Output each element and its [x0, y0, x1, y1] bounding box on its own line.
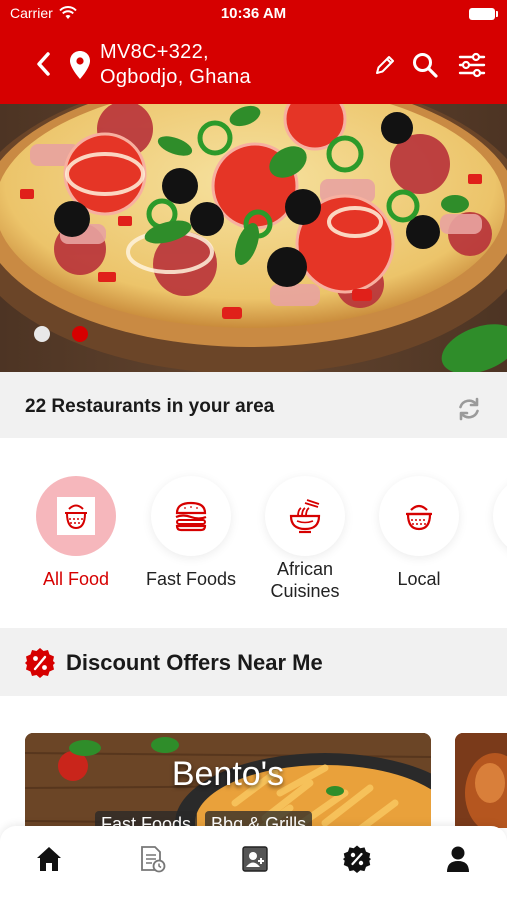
discount-badge-icon [25, 648, 55, 678]
category-local[interactable]: Local [364, 476, 474, 590]
contacts-icon[interactable] [240, 844, 270, 874]
offer-card-list: Bento's Fast Foods Bbq & Grills [0, 696, 507, 828]
offer-card[interactable]: Bento's Fast Foods Bbq & Grills [25, 733, 431, 828]
filter-sliders-icon[interactable] [457, 50, 487, 80]
clock: 10:36 AM [220, 5, 287, 22]
offer-restaurant-name: Bento's [171, 755, 285, 793]
hero-banner[interactable] [0, 104, 507, 372]
pencil-icon[interactable] [370, 50, 400, 80]
category-more[interactable] [478, 476, 507, 556]
carousel-dot-1[interactable] [34, 326, 50, 342]
location-pin-icon [70, 51, 90, 79]
offer-card-next[interactable] [455, 733, 507, 828]
profile-icon[interactable] [443, 844, 473, 874]
discount-offers-title: Discount Offers Near Me [66, 650, 323, 675]
restaurants-count-bar: 22 Restaurants in your area [0, 372, 507, 438]
category-list: All Food Fast Foods African Cuisines Loc… [0, 438, 507, 628]
burger-icon [175, 501, 207, 532]
refresh-icon[interactable] [456, 396, 482, 422]
category-icon-circle [265, 476, 345, 556]
status-bar: Carrier 10:36 AM [0, 0, 507, 28]
category-fast-foods[interactable]: Fast Foods [136, 476, 246, 590]
category-icon-circle [493, 476, 507, 556]
pot-icon [406, 504, 432, 531]
address-line-1: MV8C+322, [100, 41, 209, 63]
category-label: Local [397, 569, 441, 589]
search-icon[interactable] [410, 50, 440, 80]
carousel-dot-2[interactable] [72, 326, 88, 342]
battery-icon [469, 8, 498, 20]
orders-icon[interactable] [137, 844, 167, 874]
discount-icon[interactable] [342, 844, 372, 874]
home-icon[interactable] [34, 844, 64, 874]
category-african-cuisines[interactable]: African Cuisines [250, 476, 360, 602]
category-icon-circle [379, 476, 459, 556]
address-line-2: Ogbodjo, Ghana [100, 66, 251, 88]
back-arrow-icon[interactable] [30, 48, 58, 80]
discount-offers-bar: Discount Offers Near Me [0, 628, 507, 696]
category-label: Fast Foods [145, 569, 237, 589]
noodle-bowl-icon [289, 499, 321, 534]
carousel-dots[interactable] [34, 326, 88, 342]
bottom-tab-bar [0, 826, 507, 900]
food-image [455, 733, 507, 828]
category-icon-circle [151, 476, 231, 556]
category-all-food[interactable]: All Food [21, 476, 131, 590]
category-label: All Food [42, 569, 110, 589]
category-label: African Cuisines [270, 559, 340, 601]
delivery-address[interactable]: MV8C+322, Ogbodjo, Ghana [100, 40, 251, 90]
category-icon-circle [36, 476, 116, 556]
pot-icon [57, 497, 95, 535]
restaurants-count-label: 22 Restaurants in your area [25, 396, 275, 417]
header: MV8C+322, Ogbodjo, Ghana [0, 28, 507, 104]
